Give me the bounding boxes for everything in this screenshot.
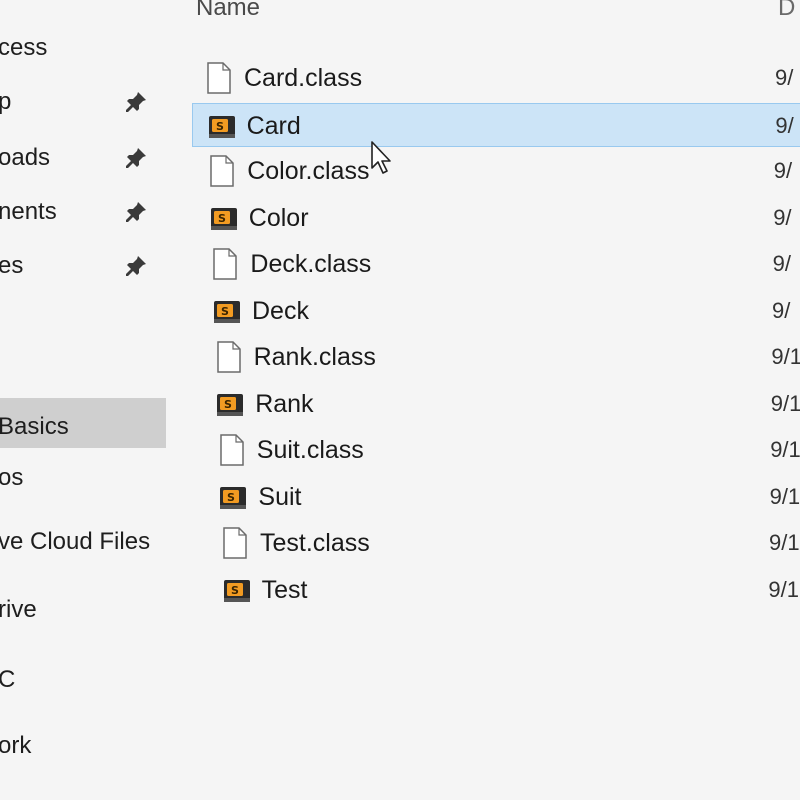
pin-icon[interactable]: [124, 200, 148, 224]
file-name: Suit: [258, 482, 302, 511]
nav-item-label: es: [0, 252, 24, 279]
nav-item-label: Basics: [0, 413, 69, 440]
svg-text:S: S: [221, 305, 229, 318]
nav-item-label: oads: [0, 144, 51, 171]
navigation-pane: cess p oads nents es Basics os ve Cloud Files ri…: [0, 0, 170, 800]
file-list: Name D Card.class 9/S Card 9/Color.class 9/S…: [170, 0, 800, 800]
nav-item[interactable]: oads: [0, 140, 166, 176]
file-name: Test.class: [260, 529, 370, 557]
nav-item-label: ve Cloud Files: [0, 528, 151, 555]
file-row[interactable]: S Color 9/: [209, 196, 800, 240]
file-row[interactable]: Deck.class 9/: [210, 242, 800, 286]
blank-file-icon: [213, 248, 238, 280]
file-date: 9/1: [768, 576, 799, 602]
file-row[interactable]: S Test 9/1: [222, 568, 800, 612]
file-name: Color: [248, 203, 309, 232]
pin-icon[interactable]: [124, 254, 148, 278]
file-date: 9/1: [771, 344, 800, 369]
svg-text:S: S: [224, 398, 232, 411]
nav-item-label: C: [0, 666, 16, 693]
column-header-name[interactable]: Name: [196, 0, 260, 22]
file-row[interactable]: S Rank 9/1: [215, 382, 800, 426]
nav-item[interactable]: cess: [0, 30, 166, 66]
nav-item-label: nents: [0, 198, 57, 225]
nav-item[interactable]: Basics: [0, 398, 166, 448]
nav-item[interactable]: nents: [0, 194, 166, 230]
blank-file-icon: [220, 434, 244, 466]
file-explorer-window: cess p oads nents es Basics os ve Cloud Files ri…: [0, 0, 800, 800]
nav-item-label: cess: [0, 34, 48, 61]
file-date: 9/: [773, 158, 793, 183]
column-header-date[interactable]: D: [778, 0, 795, 22]
blank-file-icon: [210, 155, 234, 187]
nav-item-label: p: [0, 88, 12, 115]
file-date: 9/: [775, 112, 794, 138]
blank-file-icon: [223, 527, 247, 559]
file-date: 9/1: [769, 530, 800, 555]
pin-icon[interactable]: [124, 146, 148, 170]
svg-text:S: S: [218, 212, 226, 225]
file-row[interactable]: Test.class 9/1: [220, 521, 800, 565]
file-row[interactable]: Suit.class 9/1: [217, 428, 800, 472]
nav-item[interactable]: ve Cloud Files: [0, 524, 166, 560]
nav-item-label: rive: [0, 596, 37, 623]
sublime-file-icon: S: [217, 393, 244, 416]
file-date: 9/: [772, 297, 791, 323]
nav-item-label: ork: [0, 732, 32, 759]
file-row[interactable]: Card.class 9/: [204, 56, 800, 100]
file-row[interactable]: Rank.class 9/1: [214, 335, 800, 379]
blank-file-icon: [216, 341, 241, 373]
file-name: Suit.class: [256, 436, 364, 464]
blank-file-icon: [207, 62, 231, 94]
nav-item[interactable]: p: [0, 84, 166, 120]
nav-item-label: os: [0, 464, 24, 491]
file-date: 9/1: [769, 483, 800, 509]
nav-item[interactable]: es: [0, 248, 166, 284]
file-row[interactable]: Color.class 9/: [207, 149, 800, 193]
file-date: 9/: [773, 204, 792, 230]
sublime-file-icon: S: [220, 486, 247, 509]
file-name: Rank: [255, 389, 314, 418]
nav-item[interactable]: os: [0, 460, 166, 496]
sublime-file-icon: S: [208, 115, 235, 138]
file-date: 9/1: [770, 390, 800, 416]
nav-item[interactable]: rive: [0, 592, 166, 628]
svg-text:S: S: [227, 491, 235, 504]
nav-item[interactable]: ork: [0, 728, 166, 764]
nav-item[interactable]: C: [0, 662, 166, 698]
sublime-file-icon: S: [214, 300, 240, 323]
file-date: 9/1: [770, 437, 800, 462]
file-name: Test: [261, 575, 308, 604]
file-name: Deck.class: [250, 250, 372, 278]
mouse-pointer-icon: [371, 141, 391, 174]
svg-text:S: S: [231, 584, 239, 597]
file-name: Deck: [252, 296, 309, 325]
file-date: 9/: [772, 251, 791, 276]
file-row[interactable]: S Card 9/: [192, 102, 800, 147]
sublime-file-icon: S: [210, 207, 237, 230]
file-name: Rank.class: [253, 343, 376, 371]
file-date: 9/: [775, 65, 794, 90]
file-row[interactable]: S Deck 9/: [212, 289, 800, 333]
sublime-file-icon: S: [223, 579, 250, 602]
svg-text:S: S: [216, 120, 224, 133]
file-name: Card.class: [244, 64, 363, 92]
pin-icon[interactable]: [124, 90, 148, 114]
file-row[interactable]: S Suit 9/1: [218, 475, 800, 519]
file-name: Color.class: [247, 157, 370, 185]
file-name: Card: [246, 111, 301, 140]
